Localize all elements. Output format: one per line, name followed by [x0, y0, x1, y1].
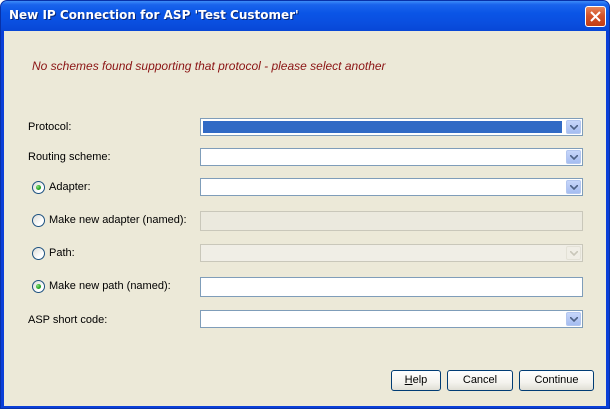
dialog-body: No schemes found supporting that protoco…: [4, 31, 606, 406]
radio-checked-icon: [36, 284, 41, 289]
adapter-dropdown[interactable]: [200, 178, 583, 196]
chevron-down-icon: [570, 185, 578, 190]
adapter-label: Adapter:: [49, 181, 91, 193]
asp-short-code-label: ASP short code:: [28, 314, 108, 326]
asp-short-code-dropdown-arrow[interactable]: [566, 312, 581, 326]
routing-scheme-label: Routing scheme:: [28, 151, 111, 163]
close-button[interactable]: [585, 6, 606, 27]
title-bar[interactable]: New IP Connection for ASP 'Test Customer…: [1, 1, 609, 31]
adapter-radio[interactable]: [32, 181, 45, 194]
path-dropdown[interactable]: [200, 244, 583, 262]
routing-scheme-dropdown-arrow[interactable]: [566, 150, 581, 164]
path-label: Path:: [49, 247, 75, 259]
close-icon: [590, 11, 601, 22]
chevron-down-icon: [570, 125, 578, 130]
protocol-dropdown[interactable]: [200, 118, 583, 136]
routing-scheme-dropdown[interactable]: [200, 148, 583, 166]
new-path-radio[interactable]: [32, 280, 45, 293]
protocol-label: Protocol:: [28, 121, 72, 133]
help-label-rest: elp: [412, 374, 428, 386]
help-mnemonic: H: [404, 374, 413, 386]
window-title: New IP Connection for ASP 'Test Customer…: [9, 8, 299, 22]
chevron-down-icon: [570, 155, 578, 160]
cancel-button[interactable]: Cancel: [447, 370, 513, 391]
new-path-label: Make new path (named):: [49, 280, 171, 292]
new-adapter-name-field[interactable]: [200, 211, 583, 231]
protocol-selection-highlight: [203, 121, 562, 133]
help-button[interactable]: Help: [391, 370, 441, 391]
new-adapter-radio[interactable]: [32, 214, 45, 227]
asp-short-code-dropdown[interactable]: [200, 310, 583, 328]
new-path-name-field[interactable]: [200, 277, 583, 297]
error-message: No schemes found supporting that protoco…: [32, 59, 386, 73]
protocol-dropdown-arrow[interactable]: [566, 120, 581, 134]
adapter-dropdown-arrow[interactable]: [566, 180, 581, 194]
path-dropdown-arrow[interactable]: [566, 246, 581, 260]
path-radio[interactable]: [32, 247, 45, 260]
dialog-window: New IP Connection for ASP 'Test Customer…: [0, 0, 610, 409]
chevron-down-icon: [570, 251, 578, 256]
chevron-down-icon: [570, 317, 578, 322]
continue-button[interactable]: Continue: [519, 370, 594, 391]
new-adapter-label: Make new adapter (named):: [49, 214, 187, 226]
radio-checked-icon: [36, 185, 41, 190]
